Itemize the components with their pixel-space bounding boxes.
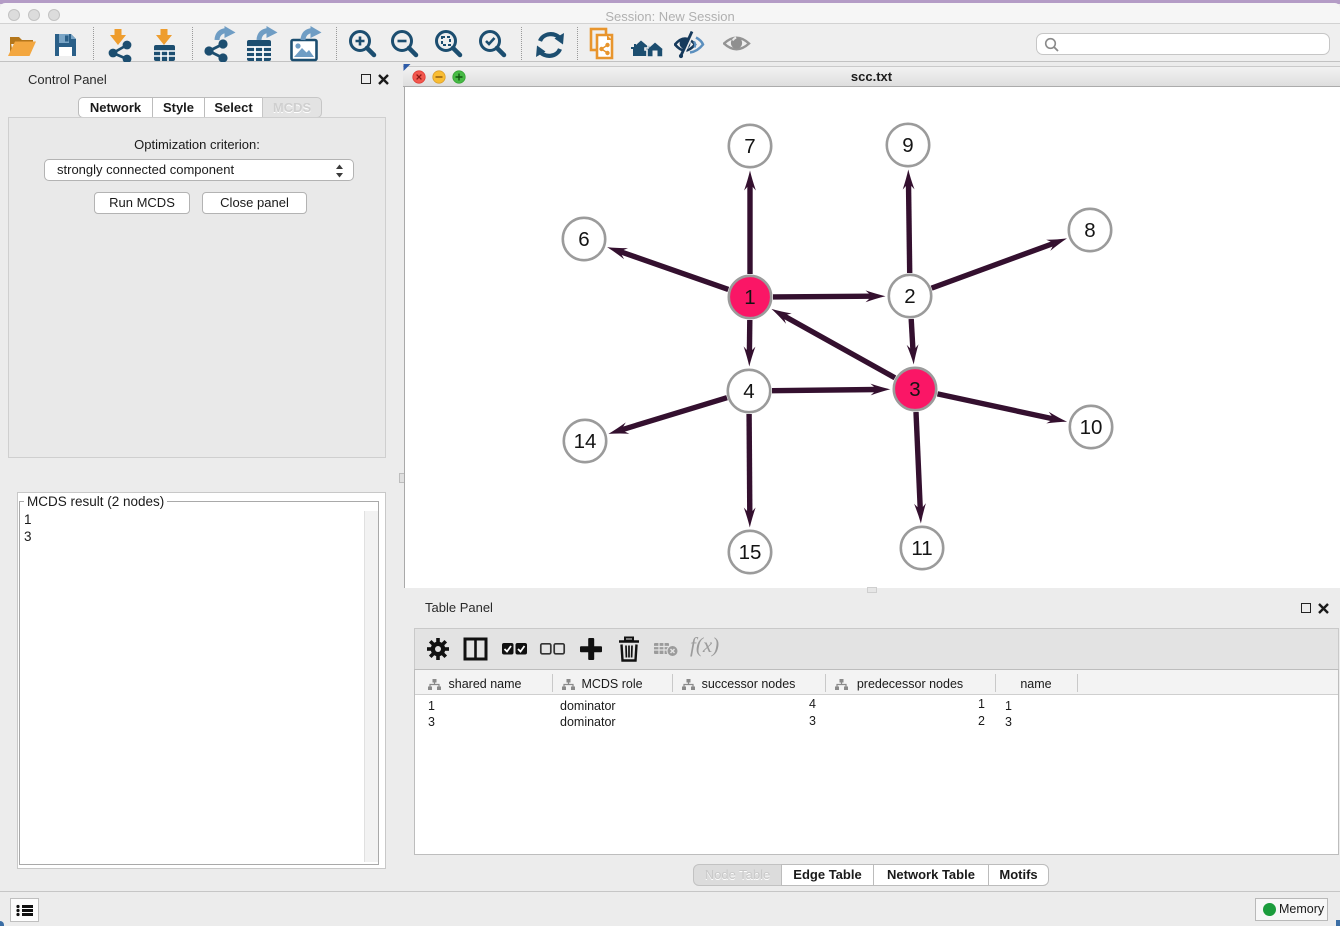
svg-text:11: 11: [911, 537, 932, 560]
svg-text:14: 14: [574, 430, 597, 453]
svg-text:15: 15: [739, 541, 762, 564]
svg-text:4: 4: [743, 380, 754, 403]
svg-text:10: 10: [1080, 416, 1103, 439]
svg-text:2: 2: [904, 285, 915, 308]
svg-text:9: 9: [902, 134, 913, 157]
svg-text:1: 1: [744, 286, 755, 309]
svg-text:7: 7: [744, 135, 755, 158]
svg-text:8: 8: [1084, 219, 1095, 242]
svg-text:3: 3: [909, 378, 920, 401]
svg-text:6: 6: [578, 228, 589, 251]
